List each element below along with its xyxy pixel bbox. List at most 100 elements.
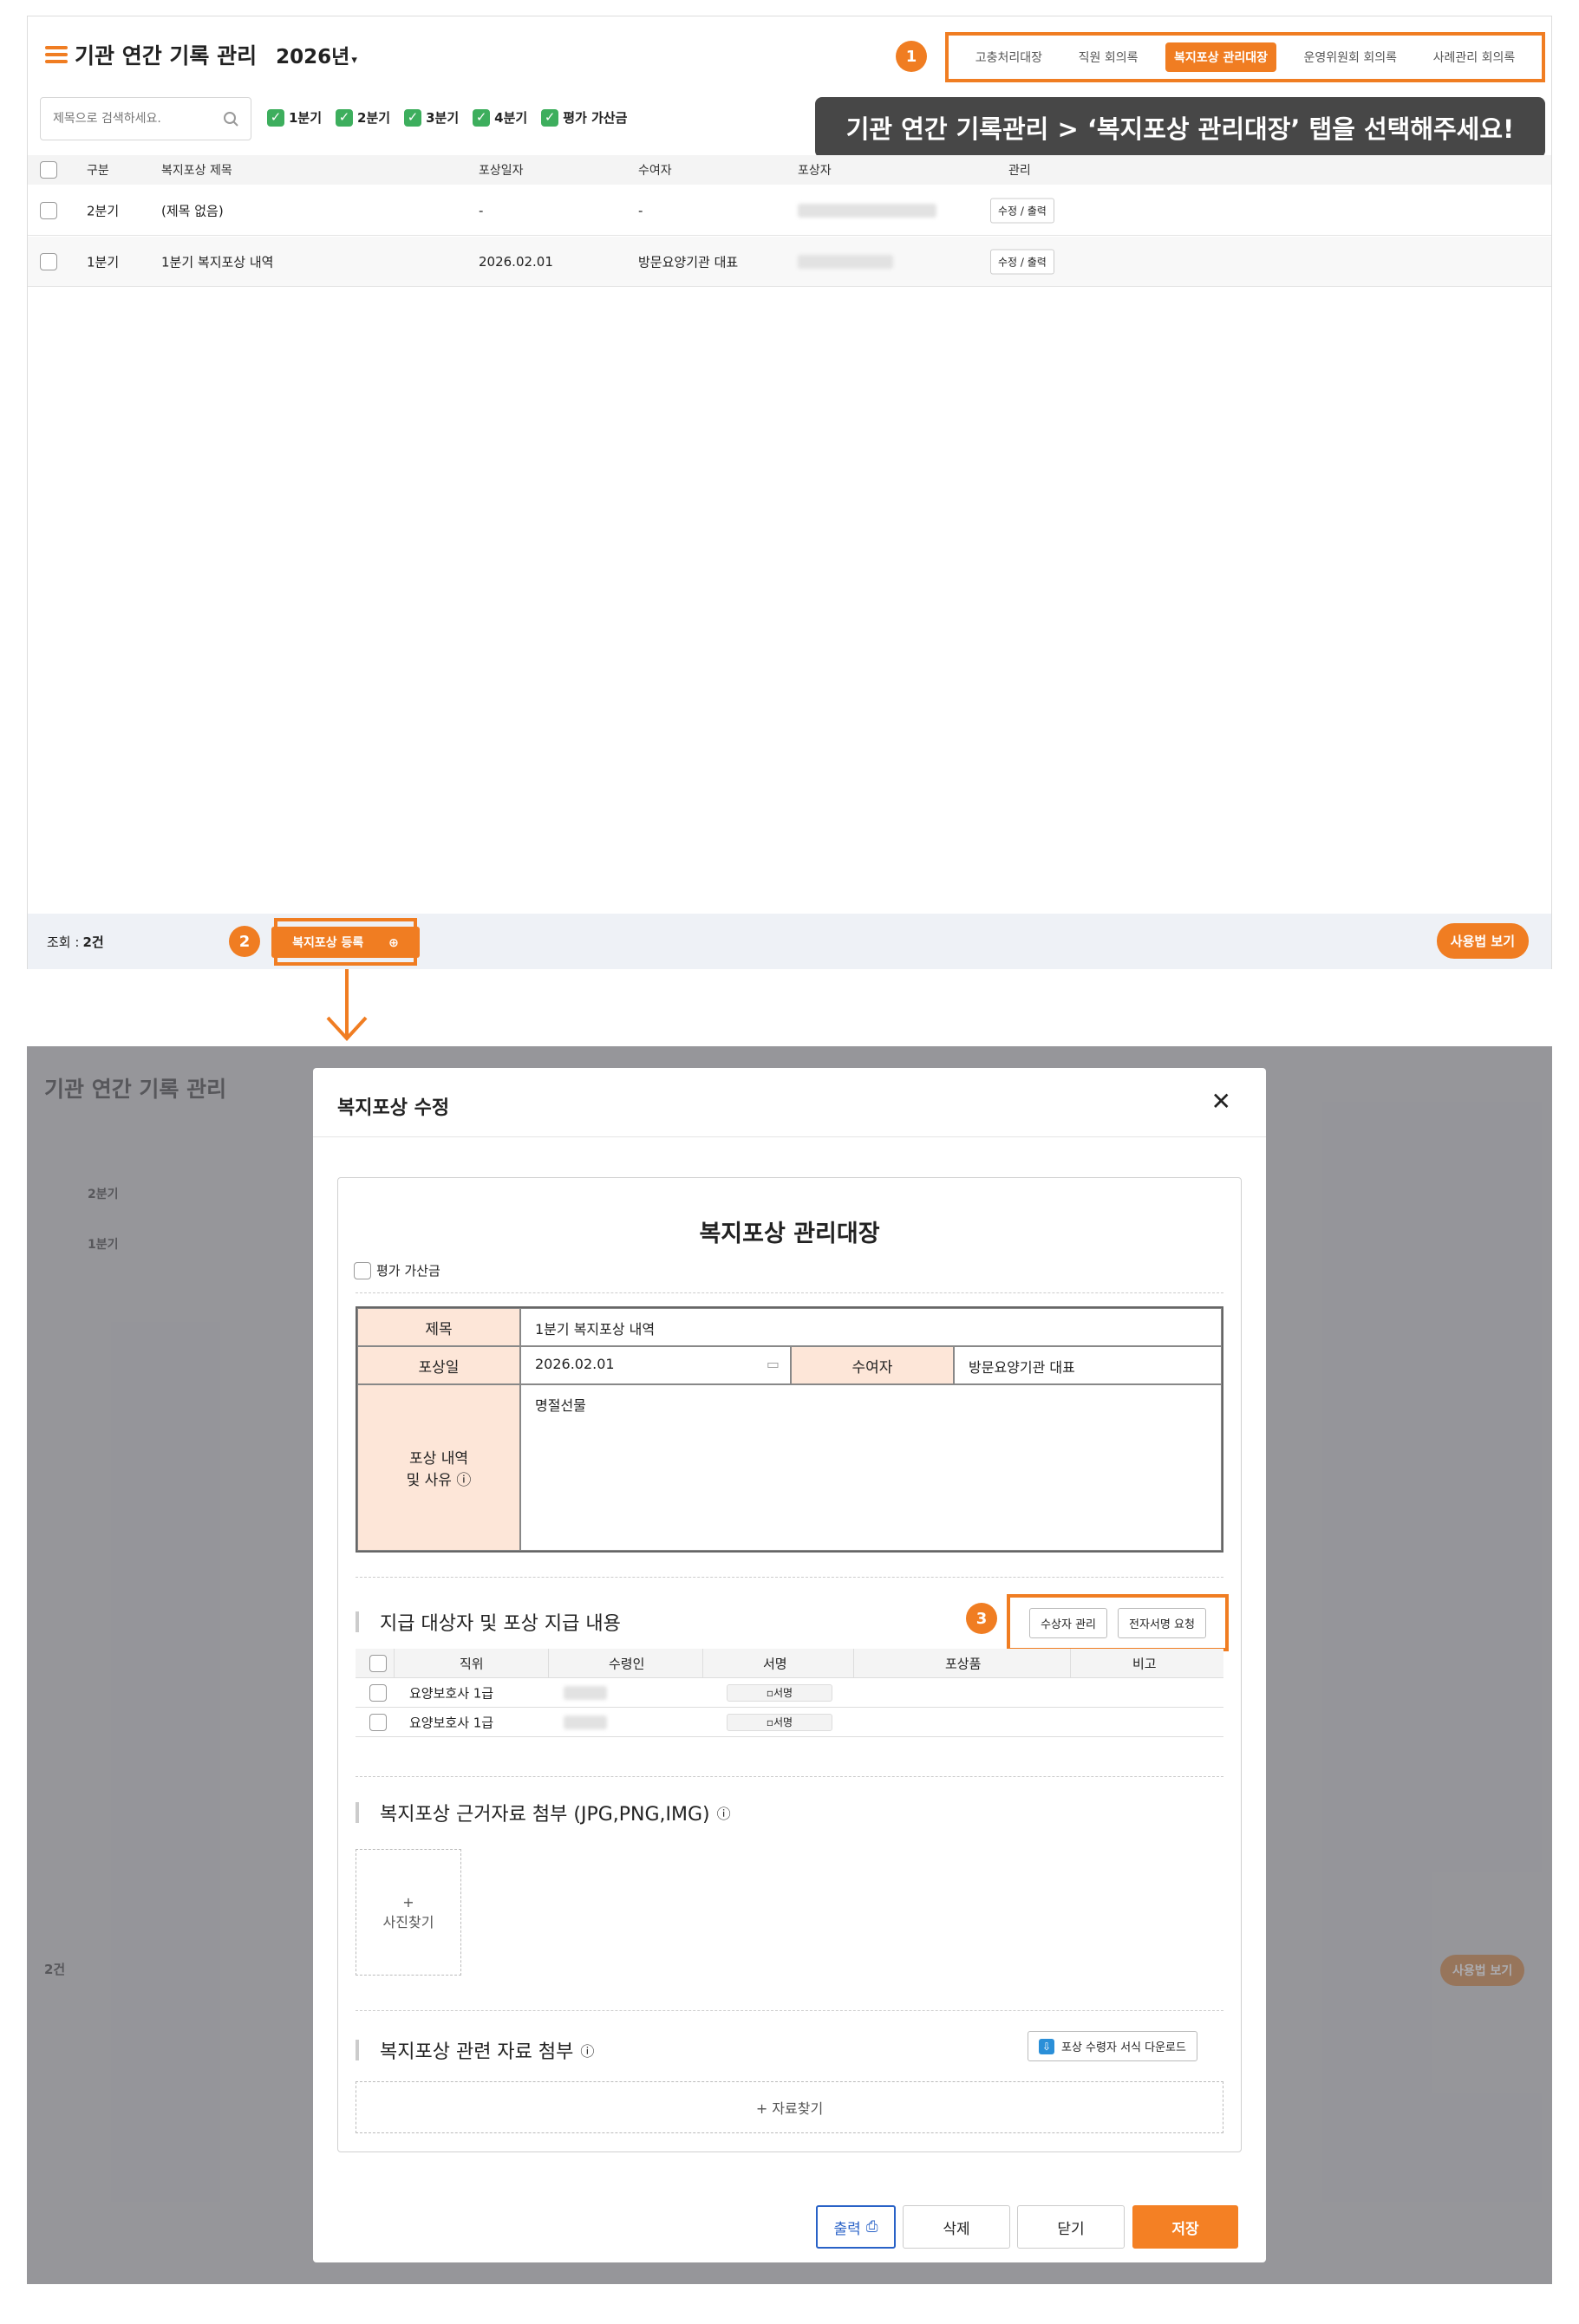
manage-recipients-button[interactable]: 수상자 관리 [1029, 1607, 1108, 1638]
row-recipients-redacted [798, 203, 936, 218]
filter-q4[interactable]: ✓ 4분기 [473, 108, 527, 127]
modal-header: 복지포상 수정 ✕ [313, 1068, 1266, 1137]
grid-position: 요양보호사 1급 [409, 1715, 494, 1730]
grid-divider [394, 1649, 395, 1677]
row-recipients-redacted [798, 254, 893, 269]
delete-button[interactable]: 삭제 [903, 2205, 1010, 2249]
grid-divider [1070, 1649, 1071, 1677]
quarter-filters: ✓ 1분기 ✓ 2분기 ✓ 3분기 ✓ 4분기 ✓ 평가 가산금 [267, 108, 627, 127]
signature-alt: 서명 [773, 1715, 793, 1728]
grid-divider [702, 1649, 703, 1677]
help-icon[interactable]: ⓘ [456, 1472, 471, 1489]
reason-label-line2: 및 사유 ⓘ [407, 1468, 472, 1489]
help-icon[interactable]: ⓘ [717, 1802, 731, 1823]
grid-col-receiver: 수령인 [609, 1656, 645, 1671]
edit-print-button[interactable]: 수정 / 출력 [990, 249, 1054, 274]
col-quarter: 구분 [87, 164, 109, 178]
modal-footer: 출력 ⎙ 삭제 닫기 저장 [313, 2183, 1266, 2262]
tab-committee-meeting[interactable]: 운영위원회 회의록 [1295, 42, 1406, 72]
search-box [40, 97, 251, 140]
step-badge-3: 3 [966, 1603, 997, 1634]
title-field[interactable]: 1분기 복지포상 내역 [520, 1308, 1222, 1346]
signature-field[interactable]: ▫서명 [727, 1683, 832, 1702]
calendar-icon[interactable]: ▭ [767, 1356, 780, 1372]
row-checkbox[interactable] [369, 1683, 387, 1702]
printer-icon: ⎙ [865, 2218, 878, 2236]
filter-q1[interactable]: ✓ 1분기 [267, 108, 322, 127]
grid-col-position: 직위 [460, 1656, 484, 1671]
col-title: 복지포상 제목 [161, 164, 232, 178]
register-highlight: 복지포상 등록 ⊕ [271, 918, 420, 966]
row-checkbox[interactable] [40, 201, 57, 219]
row-quarter: 1분기 [87, 254, 120, 270]
photo-find-label: 사진찾기 [382, 1913, 434, 1930]
menu-icon[interactable] [45, 46, 68, 63]
filter-q3[interactable]: ✓ 3분기 [404, 108, 459, 127]
doc-title: 복지포상 관리대장 [699, 1221, 880, 1247]
grid-col-sign: 서명 [763, 1656, 787, 1671]
print-button[interactable]: 출력 ⎙ [816, 2205, 896, 2249]
date-field[interactable]: 2026.02.01 ▭ [520, 1346, 791, 1384]
table-row[interactable]: 1분기 1분기 복지포상 내역 2026.02.01 방문요양기관 대표 수정 … [28, 237, 1551, 287]
filter-q2[interactable]: ✓ 2분기 [336, 108, 390, 127]
divider [356, 1577, 1223, 1578]
select-all-checkbox[interactable] [40, 161, 57, 179]
grid-receiver-redacted [564, 1685, 607, 1700]
tab-case-meeting[interactable]: 사례관리 회의록 [1425, 42, 1524, 72]
download-form-button[interactable]: ⇩ 포상 수령자 서식 다운로드 [1028, 2031, 1197, 2061]
row-date: 2026.02.01 [479, 253, 553, 270]
reason-label: 포상 내역 및 사유 ⓘ [357, 1384, 520, 1551]
plus-circle-icon: ⊕ [378, 928, 409, 957]
grid-row[interactable]: 요양보호사 1급 ▫서명 [356, 1678, 1223, 1708]
grid-select-all[interactable] [369, 1654, 387, 1672]
signature-field[interactable]: ▫서명 [727, 1713, 832, 1731]
tab-welfare-award[interactable]: 복지포상 관리대장 [1165, 42, 1276, 72]
grid-row[interactable]: 요양보호사 1급 ▫서명 [356, 1708, 1223, 1737]
recipient-actions: 수상자 관리 전자서명 요청 [1007, 1594, 1229, 1651]
section-recipients-title: 지급 대상자 및 포상 지급 내용 [356, 1608, 621, 1636]
table-row[interactable]: 2분기 (제목 없음) - - 수정 / 출력 [28, 186, 1551, 236]
row-checkbox[interactable] [369, 1713, 387, 1731]
page-title: 기관 연간 기록 관리 [75, 43, 258, 68]
register-button[interactable]: 복지포상 등록 ⊕ [271, 926, 420, 958]
step-badge-2: 2 [229, 926, 260, 957]
col-manage: 관리 [1008, 164, 1031, 178]
check-icon: ✓ [404, 108, 422, 127]
step-badge-1: 1 [896, 41, 927, 72]
close-button[interactable]: 닫기 [1017, 2205, 1125, 2249]
divider [356, 1292, 1223, 1293]
count-label: 조회 : [47, 934, 80, 950]
bonus-checkbox[interactable]: 평가 가산금 [354, 1261, 440, 1279]
bonus-label: 평가 가산금 [376, 1263, 440, 1279]
help-button[interactable]: 사용법 보기 [1436, 923, 1529, 959]
close-icon[interactable]: ✕ [1211, 1087, 1231, 1116]
esign-request-button[interactable]: 전자서명 요청 [1118, 1607, 1206, 1638]
tab-complaint[interactable]: 고충처리대장 [967, 42, 1051, 72]
year-select[interactable]: 2026년 ▾ [276, 40, 357, 69]
caret-down-icon: ▾ [351, 54, 357, 67]
row-date: - [479, 202, 484, 218]
photo-upload-box[interactable]: + 사진찾기 [356, 1849, 461, 1976]
file-upload-box[interactable]: + 자료찾기 [356, 2081, 1223, 2133]
reason-label-line1: 포상 내역 [409, 1450, 468, 1468]
tab-staff-meeting[interactable]: 직원 회의록 [1070, 42, 1147, 72]
save-button[interactable]: 저장 [1132, 2205, 1238, 2249]
row-giver: - [638, 202, 643, 218]
edit-print-button[interactable]: 수정 / 출력 [990, 198, 1054, 223]
download-label: 포상 수령자 서식 다운로드 [1061, 2041, 1186, 2054]
check-icon: ✓ [267, 108, 284, 127]
filter-bonus[interactable]: ✓ 평가 가산금 [541, 108, 627, 127]
check-icon: ✓ [541, 108, 559, 127]
col-giver: 수여자 [638, 164, 672, 178]
check-icon: ✓ [473, 108, 491, 127]
help-icon[interactable]: ⓘ [580, 2040, 594, 2060]
search-input[interactable] [53, 112, 209, 126]
search-icon[interactable] [223, 111, 238, 127]
row-checkbox[interactable] [40, 252, 57, 270]
date-label: 포상일 [357, 1346, 520, 1384]
giver-field[interactable]: 방문요양기관 대표 [954, 1346, 1222, 1384]
giver-label: 수여자 [791, 1346, 954, 1384]
count-value: 2건 [82, 934, 104, 950]
reason-textarea[interactable]: 명절선물 [520, 1384, 1222, 1551]
col-date: 포상일자 [479, 164, 524, 178]
